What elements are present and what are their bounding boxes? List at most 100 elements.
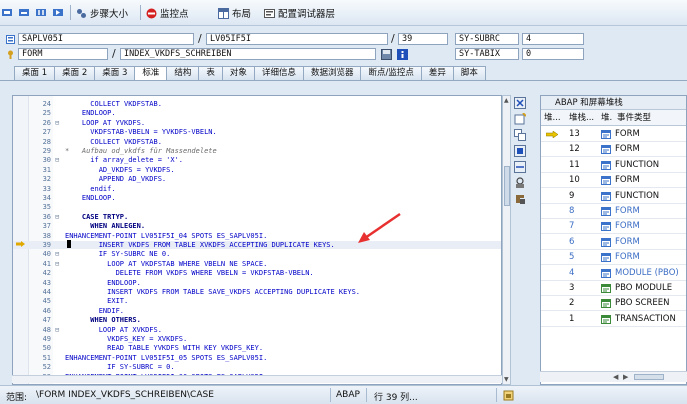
scroll-down-icon[interactable]: ▼: [504, 377, 510, 383]
info-icon[interactable]: [397, 49, 408, 60]
stack-row[interactable]: 6 FORM: [541, 235, 686, 250]
code-line[interactable]: 26 ⊟ LOOP AT YVKDFS.: [13, 119, 501, 127]
tool-settings-icon[interactable]: [514, 193, 526, 205]
replace-tool-icon[interactable]: [514, 129, 526, 141]
tab-5[interactable]: 结构: [166, 66, 200, 80]
code-line[interactable]: 24 COLLECT VKDFSTAB.: [13, 100, 501, 108]
new-tool-icon[interactable]: [514, 113, 526, 125]
fold-toggle[interactable]: ⊟: [55, 326, 59, 334]
fold-toggle[interactable]: ⊟: [55, 260, 59, 268]
code-line[interactable]: 43 ENDLOOP.: [13, 279, 501, 287]
code-line[interactable]: 25 ENDLOOP.: [13, 109, 501, 117]
stack-row[interactable]: 1 TRANSACTION: [541, 312, 686, 327]
code-line[interactable]: 28 COLLECT VKDFSTAB.: [13, 138, 501, 146]
lock-icon[interactable]: [503, 390, 514, 401]
stack-col-event[interactable]: 事件类型: [617, 110, 651, 126]
code-line[interactable]: 49 VKDFS_KEY = XVKDFS.: [13, 335, 501, 343]
var2-name-field[interactable]: SY-TABIX: [455, 48, 519, 60]
code-line[interactable]: 39 INSERT VKDFS FROM TABLE XVKDFS ACCEPT…: [13, 241, 501, 249]
step-into-icon[interactable]: [2, 7, 13, 18]
tab-4[interactable]: 标准: [134, 66, 168, 81]
services-icon[interactable]: [514, 177, 526, 189]
code-line[interactable]: 37 WHEN ANLEGEN.: [13, 222, 501, 230]
fold-toggle[interactable]: ⊟: [55, 156, 59, 164]
code-line[interactable]: 35: [13, 203, 501, 211]
program-field[interactable]: SAPLV05I: [18, 33, 194, 45]
stack-row[interactable]: 4 MODULE (PBO): [541, 266, 686, 281]
scroll-right-icon[interactable]: ▶: [623, 373, 628, 381]
stack-row[interactable]: 10 FORM: [541, 173, 686, 189]
stack-row[interactable]: 7 FORM: [541, 219, 686, 235]
var1-value-field[interactable]: 4: [522, 33, 584, 45]
stack-horizontal-scrollbar[interactable]: ◀ ▶: [540, 371, 687, 382]
tab-10[interactable]: 断点/监控点: [360, 66, 422, 80]
code-line[interactable]: 52 IF SY-SUBRC = 0.: [13, 363, 501, 371]
stack-row[interactable]: 3 PBO MODULE: [541, 281, 686, 296]
code-vertical-scrollbar[interactable]: ▲ ▼: [502, 95, 511, 385]
code-line[interactable]: 27 VKDFSTAB-VBELN = YVKDFS-VBELN.: [13, 128, 501, 136]
tab-1[interactable]: 桌面 1: [14, 66, 56, 80]
tab-7[interactable]: 对象: [221, 66, 255, 80]
code-line[interactable]: 41 ⊟ LOOP AT VKDFSTAB WHERE VBELN NE SPAC…: [13, 260, 501, 268]
continue-icon[interactable]: [53, 7, 64, 18]
fold-toggle[interactable]: ⊟: [55, 119, 59, 127]
tab-2[interactable]: 桌面 2: [54, 66, 96, 80]
event-type-field[interactable]: FORM: [18, 48, 108, 60]
tab-3[interactable]: 桌面 3: [94, 66, 136, 80]
save-icon[interactable]: [381, 49, 392, 60]
var1-name-field[interactable]: SY-SUBRC: [455, 33, 519, 45]
code-line[interactable]: 47 WHEN OTHERS.: [13, 316, 501, 324]
event-name-field[interactable]: INDEX_VKDFS_SCHREIBEN: [120, 48, 376, 60]
stack-row[interactable]: 8 FORM: [541, 204, 686, 219]
code-line[interactable]: 51 ENHANCEMENT-POINT LV05IF5I_05 SPOTS ES…: [13, 354, 501, 362]
stack-row[interactable]: 2 PBO SCREEN: [541, 296, 686, 312]
stack-row[interactable]: 5 FORM: [541, 250, 686, 266]
stack-col-block[interactable]: 堆.: [601, 110, 612, 126]
stack-scroll-thumb[interactable]: [634, 374, 664, 380]
code-line[interactable]: 50 READ TABLE YVKDFS WITH KEY VKDFS_KEY.: [13, 344, 501, 352]
stack-row[interactable]: 12 FORM: [541, 142, 686, 158]
watchpoint-button[interactable]: 监控点: [146, 5, 189, 21]
stack-row[interactable]: 13 FORM: [541, 127, 686, 142]
code-line[interactable]: 33 endif.: [13, 185, 501, 193]
code-line[interactable]: 30 ⊟ if array_delete = 'X'.: [13, 156, 501, 164]
code-line[interactable]: 32 APPEND AD_VKDFS.: [13, 175, 501, 183]
code-line[interactable]: 44 INSERT VKDFS FROM TABLE SAVE_VKDFS AC…: [13, 288, 501, 296]
fold-toggle[interactable]: ⊟: [55, 250, 59, 258]
code-line[interactable]: 29 * Aufbau od_vkdfs für Massendelete: [13, 147, 501, 155]
include-field[interactable]: LV05IF5I: [206, 33, 388, 45]
line-number-field[interactable]: 39: [398, 33, 448, 45]
tab-9[interactable]: 数据浏览器: [302, 66, 362, 80]
tab-11[interactable]: 差异: [420, 66, 454, 80]
close-panel-icon[interactable]: [514, 97, 526, 109]
step-over-icon[interactable]: [19, 7, 30, 18]
maximize-icon[interactable]: [514, 145, 526, 157]
tab-6[interactable]: 表: [198, 66, 223, 80]
code-line[interactable]: 42 DELETE FROM VKDFS WHERE VBELN = VKDFS…: [13, 269, 501, 277]
code-line[interactable]: 36 ⊟ CASE TRTYP.: [13, 213, 501, 221]
stack-row[interactable]: 11 FUNCTION: [541, 158, 686, 173]
code-line[interactable]: 46 ENDIF.: [13, 307, 501, 315]
swap-icon[interactable]: [514, 161, 526, 173]
stack-col-level[interactable]: 堆栈...: [569, 110, 594, 126]
source-code-editor[interactable]: 24 COLLECT VKDFSTAB. 25 ENDLOOP. 26 ⊟ LOOP …: [12, 95, 502, 385]
configure-debugger-layer-button[interactable]: 配置调试器层: [264, 5, 335, 21]
code-line[interactable]: 40 ⊟ IF SY-SUBRC NE 0.: [13, 250, 501, 258]
code-line[interactable]: 48 ⊟ LOOP AT XVKDFS.: [13, 326, 501, 334]
var2-value-field[interactable]: 0: [522, 48, 584, 60]
tab-12[interactable]: 脚本: [452, 66, 486, 80]
layout-button[interactable]: 布局: [218, 5, 251, 21]
tab-8[interactable]: 详细信息: [253, 66, 304, 80]
scroll-left-icon[interactable]: ◀: [613, 373, 618, 381]
stack-row[interactable]: 9 FUNCTION: [541, 189, 686, 204]
code-line[interactable]: 31 AD_VKDFS = YVKDFS.: [13, 166, 501, 174]
step-size-button[interactable]: 步骤大小: [76, 5, 128, 21]
return-icon[interactable]: [36, 7, 47, 18]
stack-col-index[interactable]: 堆...: [544, 110, 561, 126]
code-horizontal-scrollbar[interactable]: [12, 375, 502, 383]
code-scroll-thumb[interactable]: [504, 166, 510, 206]
code-line[interactable]: 38 ENHANCEMENT-POINT LV05IF5I_04 SPOTS ES…: [13, 232, 501, 240]
scroll-up-icon[interactable]: ▲: [504, 98, 510, 104]
fold-toggle[interactable]: ⊟: [55, 213, 59, 221]
code-line[interactable]: 45 EXIT.: [13, 297, 501, 305]
